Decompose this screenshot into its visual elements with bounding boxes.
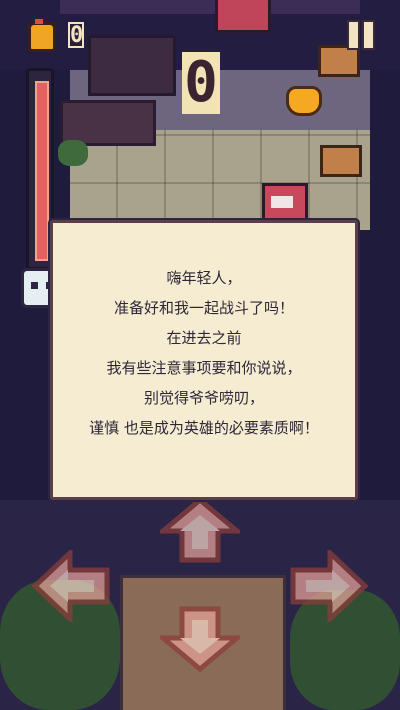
- enemy-sprite: [215, 0, 271, 33]
- coin-count: 0: [68, 22, 84, 48]
- dpad-right-button[interactable]: [290, 547, 369, 625]
- dpad-left-button[interactable]: [31, 547, 110, 625]
- left-arrow-icon: [31, 547, 110, 625]
- tutorial-dialog[interactable]: 嗨年轻人， 准备好和我一起战斗了吗！ 在进去之前 我有些注意事项要和你说说， 别…: [50, 220, 358, 500]
- score-counter: 0: [182, 52, 220, 114]
- dpad-down-button[interactable]: [156, 606, 244, 673]
- coin-icon: [28, 19, 56, 52]
- down-arrow-icon: [156, 606, 244, 673]
- gold-heart-icon: [286, 86, 322, 116]
- wall-trim: [60, 0, 360, 14]
- chest-icon: [320, 145, 362, 177]
- dialog-text: 嗨年轻人， 准备好和我一起战斗了吗！ 在进去之前 我有些注意事项要和你说说， 别…: [53, 263, 355, 443]
- dialog-line: 我有些注意事项要和你说说，: [106, 359, 302, 377]
- pause-icon: [347, 20, 360, 50]
- dialog-line: 谨慎 也是成为英雄的必要素质啊！: [89, 419, 319, 437]
- dialog-line: 在进去之前: [166, 329, 242, 347]
- dialog-line: 别觉得爷爷唠叨，: [143, 389, 264, 407]
- plant: [58, 140, 88, 166]
- grandpa-character: [262, 183, 308, 221]
- dpad-up-button[interactable]: [156, 496, 244, 563]
- pause-button[interactable]: [345, 18, 375, 50]
- bookshelf: [88, 35, 176, 96]
- right-arrow-icon: [290, 547, 369, 625]
- dialog-line: 准备好和我一起战斗了吗！: [113, 299, 294, 317]
- dialog-line: 嗨年轻人，: [166, 269, 242, 287]
- up-arrow-icon: [156, 496, 244, 563]
- health-bar-fill: [35, 81, 49, 261]
- pause-icon: [362, 20, 375, 50]
